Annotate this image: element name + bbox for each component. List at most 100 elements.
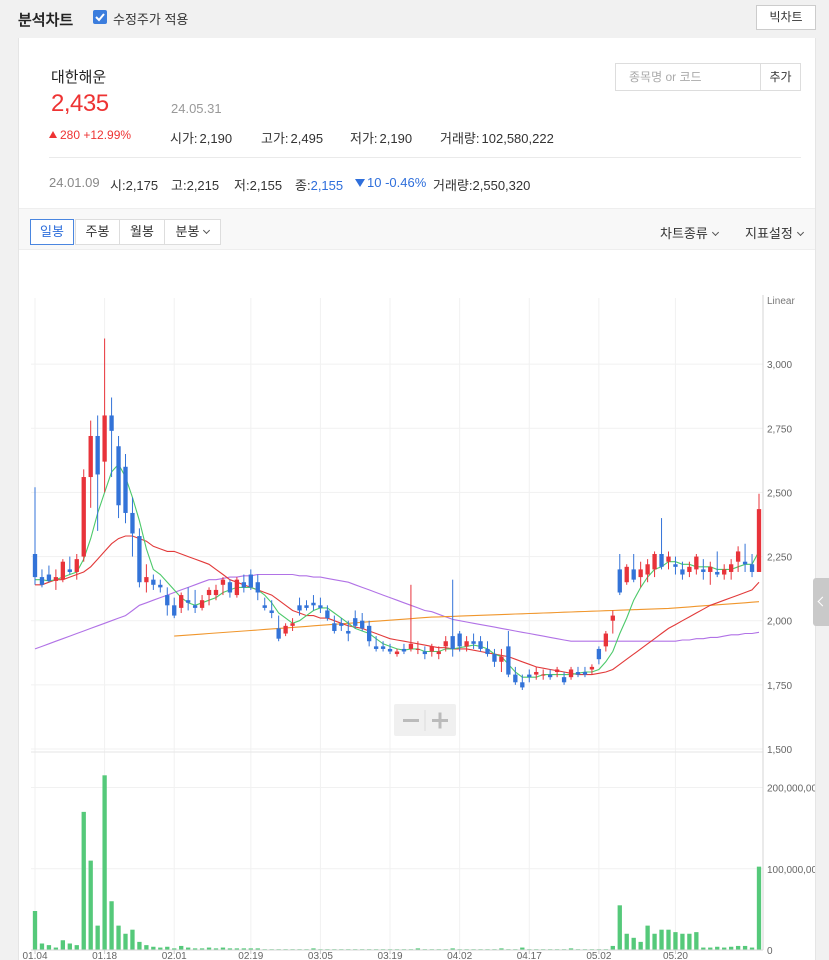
stat-low-label: 저가: [350, 131, 374, 146]
chart-panel: 대한해운 2,435 24.05.31 280 +12.99% 시가: 2,190…: [18, 38, 816, 960]
volume-bar: [756, 866, 762, 950]
candle-body: [708, 566, 713, 572]
candle-body: [88, 435, 93, 478]
tab-monthly[interactable]: 월봉: [119, 219, 165, 245]
stat-open-value: 2,190: [199, 131, 233, 146]
candle-body: [645, 564, 650, 575]
volume-bar: [123, 933, 128, 950]
candle-body: [276, 628, 281, 639]
volume-bar: [39, 943, 45, 950]
candle-body: [220, 579, 226, 585]
zoom-in-icon-vertical: [438, 712, 442, 729]
x-tick-label: 02.19: [238, 951, 263, 960]
volume-tick-label: 0: [767, 946, 773, 957]
stat-volume-value: 102,580,222: [481, 131, 554, 146]
x-tick-label: 05.02: [586, 951, 611, 960]
candle-body: [130, 512, 135, 534]
candle-body: [715, 571, 720, 575]
candle-body: [248, 574, 253, 588]
candle-body: [659, 554, 664, 567]
candle-body: [373, 646, 379, 649]
prev-low: 저:2,155: [234, 178, 283, 193]
prev-low-value: 2,155: [249, 178, 283, 193]
price-tick-label: 2,500: [767, 488, 792, 499]
candle-body: [610, 615, 615, 621]
side-panel-toggle[interactable]: [813, 578, 829, 626]
candle-body: [318, 605, 323, 608]
candle-body: [680, 569, 685, 575]
stat-open-label: 시가: [170, 131, 194, 146]
candlestick-chart[interactable]: Linear 3,000 2,750 2,500 2,250 2,000 1,750 1,50…: [19, 252, 815, 960]
chevron-down-icon: [203, 226, 211, 235]
adjusted-price-label[interactable]: 수정주가 적용: [113, 9, 188, 28]
candle-body: [366, 625, 372, 642]
candle-body: [380, 646, 386, 649]
x-tick-label: 04.02: [447, 951, 472, 960]
candle-body: [179, 595, 184, 608]
candle-body: [541, 674, 546, 676]
candle-body: [561, 677, 567, 683]
price-tick-label: 2,750: [767, 424, 792, 435]
tab-daily[interactable]: 일봉: [30, 219, 74, 245]
chevron-left-icon: [817, 596, 828, 607]
candle-body: [158, 584, 163, 588]
candle-body: [74, 559, 79, 572]
big-chart-button[interactable]: 빅차트: [756, 5, 816, 30]
tab-minute[interactable]: 분봉: [164, 219, 221, 245]
prev-date: 24.01.09: [49, 175, 100, 190]
chart-type-dropdown[interactable]: 차트종류: [660, 223, 719, 242]
volume-bar: [735, 945, 741, 950]
adjusted-price-checkbox[interactable]: [93, 10, 107, 24]
volume-bar: [638, 941, 643, 950]
candle-body: [547, 674, 553, 678]
ma5-line: [35, 463, 760, 678]
candle-body: [67, 569, 72, 572]
prev-high: 고:2,215: [171, 178, 220, 193]
indicator-settings-dropdown[interactable]: 지표설정: [745, 223, 804, 242]
prev-change: 10 -0.46%: [355, 175, 426, 190]
candle-body: [415, 648, 421, 650]
candle-body: [172, 605, 177, 616]
scale-label: Linear: [767, 296, 795, 307]
candle-body: [638, 569, 643, 578]
candle-body: [109, 415, 114, 431]
prev-open: 시:2,175: [110, 178, 159, 193]
candle-body: [436, 651, 441, 655]
stock-name: 대한해운: [51, 69, 107, 86]
zoom-control[interactable]: [394, 704, 456, 736]
candle-body: [227, 582, 233, 593]
search-input[interactable]: 종목명 or 코드: [615, 63, 761, 91]
volume-bars: [32, 775, 762, 951]
candle-body: [631, 569, 636, 580]
top-bar: 분석차트 수정주가 적용 빅차트: [0, 0, 829, 36]
volume-bar: [666, 929, 671, 950]
candle-body: [554, 669, 560, 673]
candle-body: [568, 669, 574, 678]
x-tick-label: 01.04: [22, 951, 47, 960]
zoom-out-icon[interactable]: [403, 719, 419, 722]
chevron-down-icon: [711, 228, 719, 237]
tab-weekly[interactable]: 주봉: [75, 219, 120, 245]
candle-body: [269, 610, 274, 614]
candle-body: [722, 569, 727, 575]
candle-body: [408, 643, 414, 649]
candle-body: [262, 605, 267, 608]
stat-high: 고가: 2,495: [261, 131, 324, 146]
candle-body: [478, 641, 483, 649]
volume-bar: [81, 811, 86, 950]
volume-bar: [67, 943, 72, 950]
prev-volume-label: 거래량: [433, 178, 469, 193]
candle-body: [673, 564, 678, 567]
candle-body: [687, 566, 692, 572]
volume-bar: [742, 945, 748, 950]
candle-body: [520, 682, 525, 688]
candles: [32, 338, 762, 690]
add-button[interactable]: 추가: [761, 63, 801, 91]
x-tick-label: 03.05: [308, 951, 333, 960]
volume-bar: [130, 929, 135, 950]
candle-body: [506, 646, 511, 675]
prev-change-value: 10 -0.46%: [367, 175, 427, 190]
volume-bar: [645, 925, 650, 950]
candle-body: [527, 674, 532, 678]
candle-body: [339, 623, 344, 626]
